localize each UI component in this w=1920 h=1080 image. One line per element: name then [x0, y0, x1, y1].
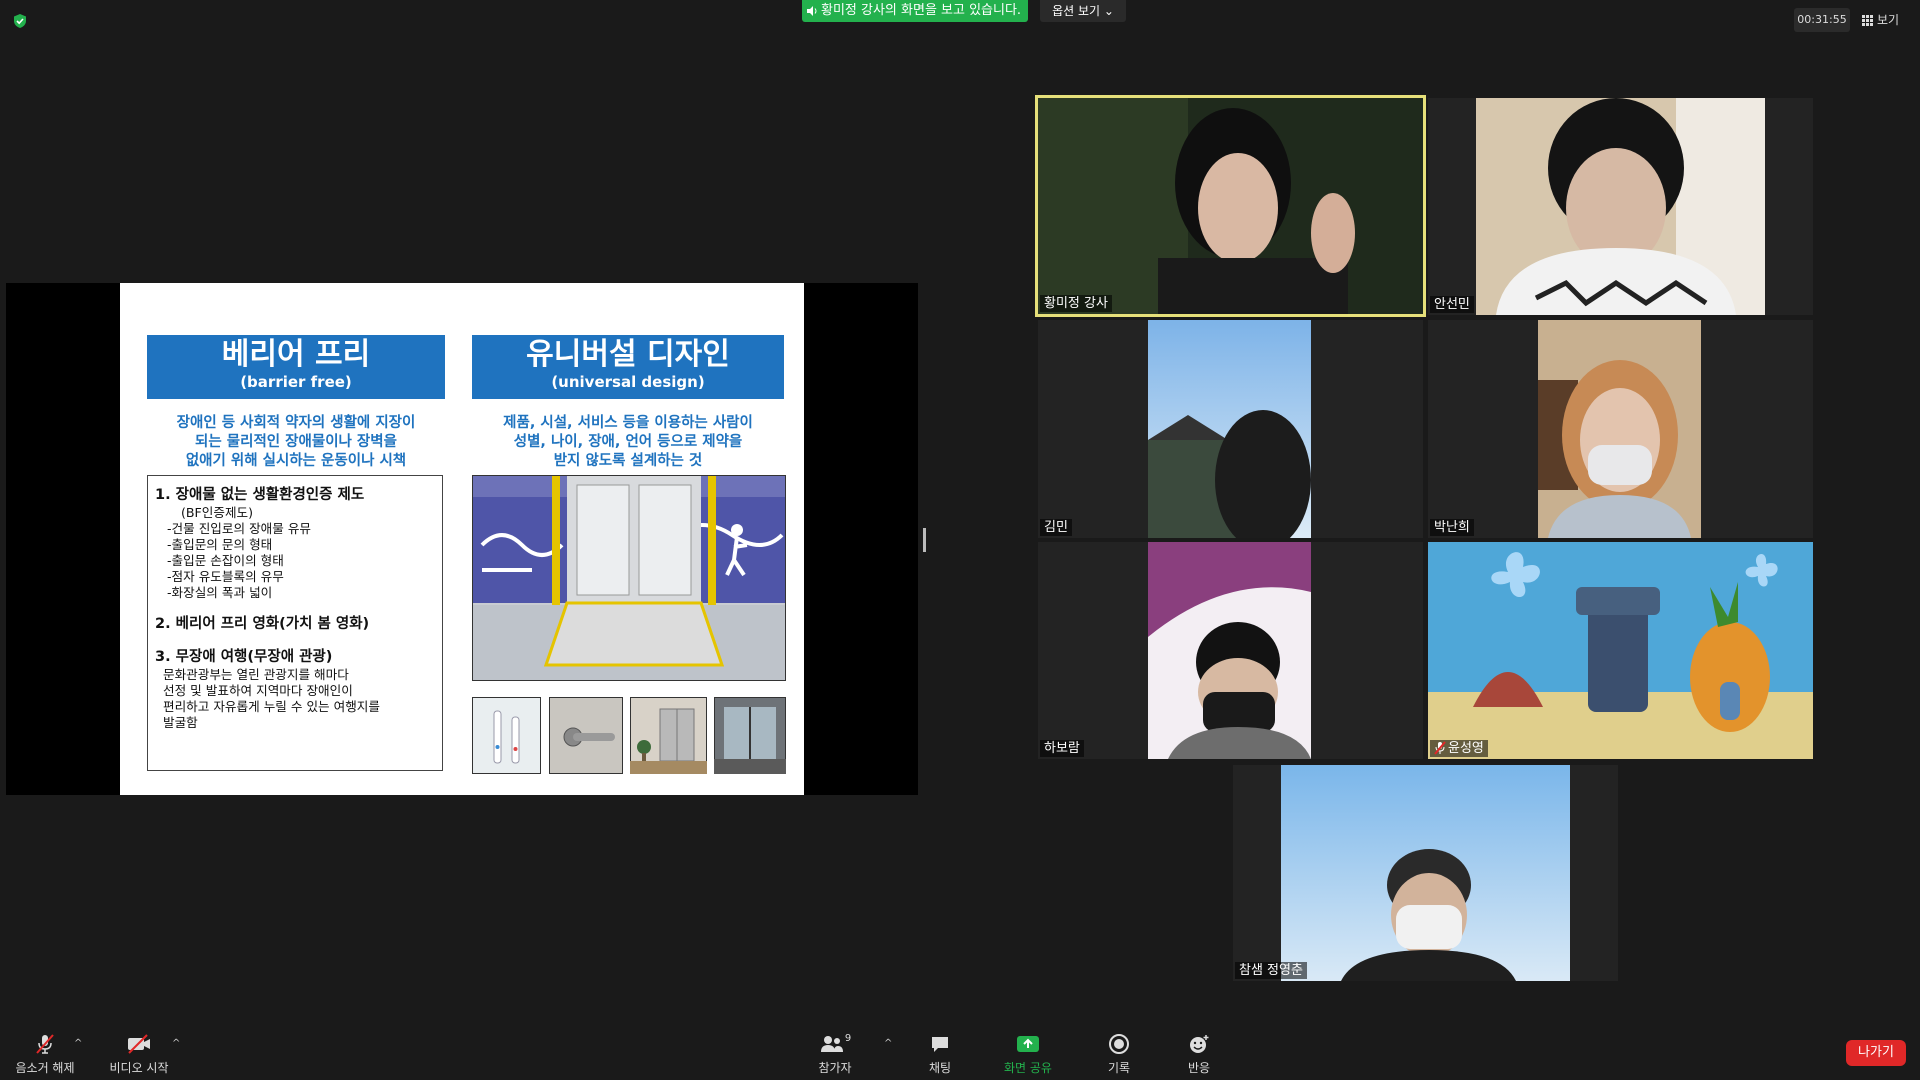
barrier-free-header: 베리어 프리 (barrier free) [147, 335, 445, 399]
elevator-image [630, 697, 707, 774]
participants-count: 9 [844, 1033, 852, 1044]
list-item: 선정 및 발표하여 지역마다 장애인이 [163, 683, 353, 698]
barrier-free-subtitle: (barrier free) [240, 373, 352, 391]
share-screen-icon [1017, 1036, 1039, 1052]
participant-video [1038, 98, 1423, 314]
shared-screen: 베리어 프리 (barrier free) 장애인 등 사회적 약자의 생활에 … [6, 283, 918, 795]
view-options-label: 옵션 보기 [1052, 4, 1101, 18]
chat-button[interactable]: 채팅 [920, 1030, 960, 1076]
participant-video [1476, 98, 1765, 315]
reactions-label: 반응 [1187, 1061, 1211, 1075]
list-item: -화장실의 폭과 넓이 [167, 585, 273, 600]
share-screen-button[interactable]: 화면 공유 [996, 1030, 1060, 1076]
meeting-timer: 00:31:55 [1794, 8, 1850, 32]
participant-tile[interactable]: 하보람 [1038, 542, 1423, 759]
grid-icon [1862, 14, 1873, 26]
participant-video [1148, 542, 1311, 759]
list-item: -출입문의 문의 형태 [167, 537, 273, 552]
audio-options-caret[interactable]: ^ [74, 1038, 82, 1049]
muted-mic-icon [1434, 741, 1446, 755]
participant-name: 참샘 정영춘 [1235, 962, 1307, 979]
encryption-shield-icon[interactable] [12, 13, 28, 29]
list-item: 편리하고 자유롭게 누릴 수 있는 여행지를 [163, 699, 380, 714]
universal-design-subtitle: (universal design) [551, 373, 705, 391]
share-screen-label: 화면 공유 [1004, 1061, 1052, 1075]
leave-meeting-button[interactable]: 나가기 [1846, 1040, 1906, 1066]
participant-name: 안선민 [1430, 296, 1474, 313]
record-button[interactable]: 기록 [1096, 1030, 1142, 1076]
viewing-share-banner: 황미정 강사의 화면을 보고 있습니다. [802, 0, 1028, 22]
start-video-label: 비디오 시작 [109, 1061, 169, 1075]
participant-video [1148, 320, 1311, 538]
panel-resize-handle[interactable] [923, 528, 926, 552]
low-floor-bus-ramp-image [472, 475, 786, 681]
list-item: 3. 무장애 여행(무장애 관광) [155, 649, 333, 665]
desc-line: 장애인 등 사회적 약자의 생활에 지장이 [176, 415, 416, 431]
list-item: -점자 유도블록의 유무 [167, 569, 284, 584]
participant-tile[interactable]: 참샘 정영춘 [1233, 765, 1618, 981]
participant-name: 박난희 [1430, 519, 1474, 536]
participant-video [1428, 542, 1813, 759]
view-options-button[interactable]: 옵션 보기 ⌄ [1040, 0, 1126, 22]
unmute-button[interactable]: 음소거 해제 [12, 1030, 78, 1076]
chevron-down-icon: ⌄ [1103, 4, 1114, 18]
smiley-icon [1190, 1035, 1209, 1053]
participant-video [1281, 765, 1570, 981]
list-item: 1. 장애물 없는 생활환경인증 제도 [155, 487, 365, 503]
speaker-icon [807, 6, 817, 16]
desc-line: 없애기 위해 실시하는 운동이나 시책 [185, 453, 407, 469]
muted-mic-icon [36, 1034, 54, 1054]
barrier-free-title: 베리어 프리 [221, 337, 371, 372]
participants-button[interactable]: 9 참가자 [808, 1030, 862, 1076]
list-item: (BF인증제도) [181, 505, 254, 520]
presentation-slide: 베리어 프리 (barrier free) 장애인 등 사회적 약자의 생활에 … [120, 283, 804, 795]
universal-design-header: 유니버설 디자인 (universal design) [472, 335, 784, 399]
list-item: 문화관광부는 열린 관광지를 해마다 [163, 667, 349, 682]
list-item: -출입문 손잡이의 형태 [167, 553, 284, 568]
entrance-door-image [714, 697, 786, 774]
desc-line: 제품, 시설, 서비스 등을 이용하는 사람이 [503, 415, 753, 431]
participant-name: 하보람 [1040, 740, 1084, 757]
desc-line: 되는 물리적인 장애물이나 장벽을 [195, 434, 397, 450]
video-off-icon [128, 1034, 150, 1054]
desc-line: 받지 않도록 설계하는 것 [553, 453, 703, 469]
desc-line: 성별, 나이, 장애, 언어 등으로 제약을 [513, 434, 743, 450]
start-video-button[interactable]: 비디오 시작 [104, 1030, 174, 1076]
door-handle-image [549, 697, 623, 774]
toothbrush-image [472, 697, 541, 774]
view-layout-button[interactable]: 보기 [1862, 8, 1916, 32]
participant-name: 김민 [1040, 519, 1072, 536]
participant-tile-active[interactable]: 황미정 강사 [1035, 95, 1426, 317]
participants-icon [820, 1036, 843, 1052]
participant-tile[interactable]: 김민 [1038, 320, 1423, 538]
participants-label: 참가자 [818, 1061, 852, 1075]
barrier-free-description: 장애인 등 사회적 약자의 생활에 지장이 되는 물리적인 장애물이나 장벽을 … [140, 414, 452, 471]
participants-options-caret[interactable]: ^ [884, 1038, 892, 1049]
record-label: 기록 [1107, 1061, 1131, 1075]
participant-video [1538, 320, 1701, 538]
barrier-free-list: 1. 장애물 없는 생활환경인증 제도 (BF인증제도) -건물 진입로의 장애… [147, 475, 443, 771]
universal-design-description: 제품, 시설, 서비스 등을 이용하는 사람이 성별, 나이, 장애, 언어 등… [466, 414, 790, 471]
reactions-button[interactable]: 반응 [1176, 1030, 1222, 1076]
list-item: 2. 베리어 프리 영화(가치 봄 영화) [155, 616, 370, 632]
participant-tile[interactable]: 윤성영 [1428, 542, 1813, 759]
participant-name: 황미정 강사 [1040, 295, 1112, 312]
view-label: 보기 [1877, 13, 1900, 27]
record-icon [1109, 1034, 1129, 1054]
video-options-caret[interactable]: ^ [172, 1038, 180, 1049]
chat-label: 채팅 [928, 1061, 952, 1075]
participant-tile[interactable]: 안선민 [1428, 98, 1813, 315]
chat-icon [932, 1037, 948, 1052]
banner-text: 황미정 강사의 화면을 보고 있습니다. [821, 3, 1022, 18]
unmute-label: 음소거 해제 [15, 1061, 75, 1075]
universal-design-title: 유니버설 디자인 [526, 337, 730, 372]
participant-tile[interactable]: 박난희 [1428, 320, 1813, 538]
list-item: 발굴함 [163, 715, 198, 730]
list-item: -건물 진입로의 장애물 유뮤 [167, 521, 312, 536]
